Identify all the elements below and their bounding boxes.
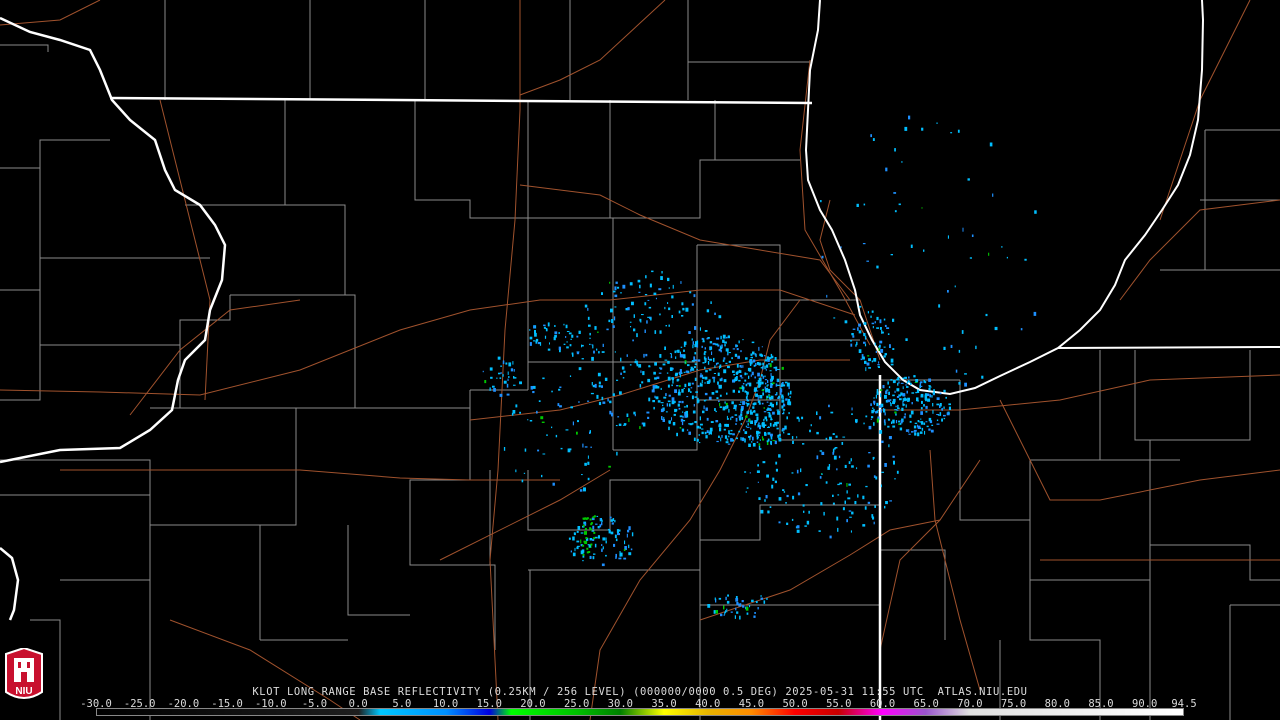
product-title: KLOT LONG RANGE BASE REFLECTIVITY (0.25K… [252, 686, 1028, 698]
radar-map [0, 0, 1280, 720]
colorbar [96, 708, 1184, 716]
radar-site-marker [733, 378, 737, 382]
